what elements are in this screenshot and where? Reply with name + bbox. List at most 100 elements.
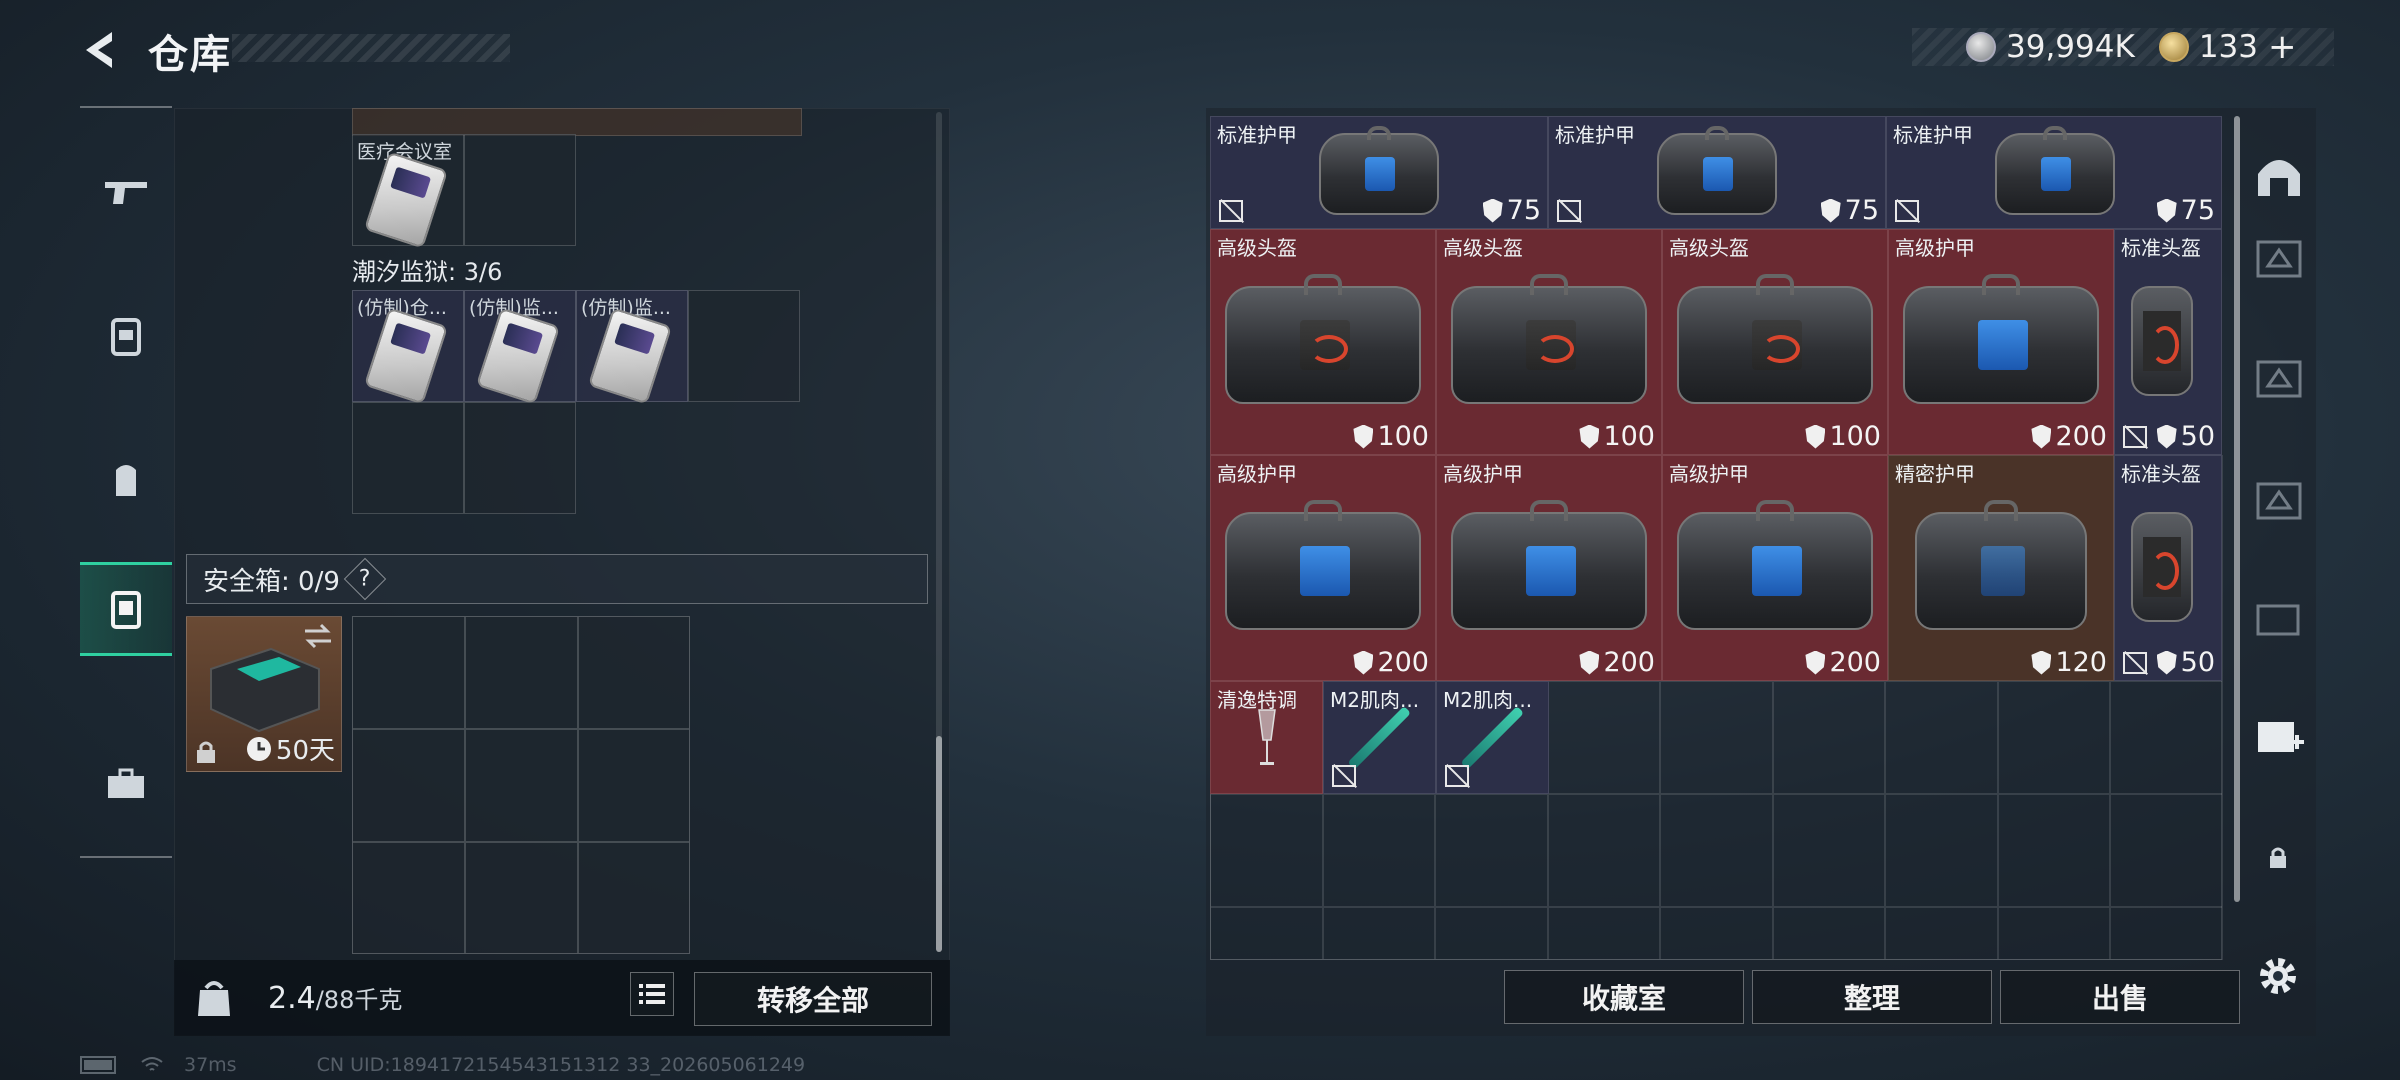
syringe-icon xyxy=(1460,706,1525,770)
clock-icon xyxy=(246,736,271,761)
transfer-all-button[interactable]: 转移全部 xyxy=(694,972,932,1026)
empty-grid-slot[interactable] xyxy=(1435,907,1548,960)
durability-icon xyxy=(1353,424,1374,449)
empty-grid-slot[interactable] xyxy=(1772,794,1885,907)
item-slot[interactable]: (仿制)监... xyxy=(576,290,688,405)
grid-item-advanced-armor[interactable]: 高级护甲 200 xyxy=(1662,455,1888,681)
backpack-slot-icon[interactable] xyxy=(2254,478,2304,524)
empty-grid-slot[interactable] xyxy=(1547,794,1660,907)
safe-slot[interactable] xyxy=(578,729,690,842)
empty-grid-slot[interactable] xyxy=(1435,794,1548,907)
case-slot-icon[interactable] xyxy=(2254,596,2304,642)
empty-grid-slot[interactable] xyxy=(1772,907,1885,960)
keycard-icon xyxy=(475,307,561,405)
nav-backpack[interactable] xyxy=(80,434,172,526)
empty-grid-slot[interactable] xyxy=(1885,681,1998,794)
nav-weapons[interactable] xyxy=(80,146,172,238)
empty-grid-slot[interactable] xyxy=(1660,907,1773,960)
empty-grid-slot[interactable] xyxy=(1660,794,1773,907)
safe-box-item[interactable]: 50天 xyxy=(186,616,342,772)
empty-grid-slot[interactable] xyxy=(1885,794,1998,907)
empty-slot[interactable] xyxy=(464,134,576,246)
organize-button[interactable]: 整理 xyxy=(1752,970,1992,1024)
collection-room-button[interactable]: 收藏室 xyxy=(1504,970,1744,1024)
no-insure-icon xyxy=(1219,200,1243,222)
empty-grid-slot[interactable] xyxy=(1660,681,1773,794)
back-arrow-icon[interactable] xyxy=(78,28,122,72)
grid-item-advanced-helmet[interactable]: 高级头盔 100 xyxy=(1210,229,1436,455)
grid-item-standard-armor[interactable]: 标准护甲 75 xyxy=(1886,116,2222,229)
grid-item-standard-armor[interactable]: 标准护甲 75 xyxy=(1548,116,1886,229)
empty-grid-slot[interactable] xyxy=(2110,794,2223,907)
safe-slot[interactable] xyxy=(578,616,690,729)
empty-grid-slot[interactable] xyxy=(1547,907,1660,960)
left-scrollbar[interactable] xyxy=(936,736,942,952)
armor-icon xyxy=(111,318,141,356)
durability-icon xyxy=(1579,424,1600,449)
safe-slot[interactable] xyxy=(352,842,465,954)
help-icon[interactable]: ? xyxy=(343,557,387,601)
empty-grid-slot[interactable] xyxy=(1997,681,2110,794)
safe-slot[interactable] xyxy=(352,729,465,842)
armor-slot-icon[interactable] xyxy=(2254,236,2304,282)
weight-current: 2.4 xyxy=(268,981,316,1016)
weight-max: /88千克 xyxy=(315,986,403,1014)
weight-icon xyxy=(198,981,230,1016)
nav-briefcase[interactable] xyxy=(80,738,172,830)
armor-icon xyxy=(1319,125,1439,215)
safe-slot[interactable] xyxy=(465,616,578,729)
empty-grid-slot[interactable] xyxy=(1322,907,1435,960)
durability-icon xyxy=(1579,650,1600,675)
empty-grid-slot[interactable] xyxy=(2110,907,2223,960)
safe-slot[interactable] xyxy=(578,842,690,954)
wifi-icon xyxy=(141,1057,163,1071)
grid-item-standard-armor[interactable]: 标准护甲 75 xyxy=(1210,116,1548,229)
grid-item-advanced-helmet[interactable]: 高级头盔 100 xyxy=(1662,229,1888,455)
safe-case-bar: 安全箱: 0/9 ? xyxy=(186,554,928,604)
empty-grid-slot[interactable] xyxy=(1210,794,1323,907)
helmet-icon xyxy=(2131,286,2193,396)
grid-item-standard-helmet[interactable]: 标准头盔 50 xyxy=(2114,229,2222,455)
chest-rig-slot-icon[interactable] xyxy=(2254,356,2304,402)
grid-item-drink[interactable]: 清逸特调 xyxy=(1210,681,1323,794)
swap-icon[interactable] xyxy=(303,623,333,649)
empty-grid-slot[interactable] xyxy=(2110,681,2223,794)
grid-item-advanced-helmet[interactable]: 高级头盔 100 xyxy=(1436,229,1662,455)
item-slot[interactable]: (仿制)仓... xyxy=(352,290,464,405)
empty-grid-slot[interactable] xyxy=(1772,681,1885,794)
list-view-button[interactable] xyxy=(630,972,674,1016)
empty-slot[interactable] xyxy=(464,402,576,514)
armor-icon xyxy=(1995,125,2115,215)
helmet-icon xyxy=(1677,274,1873,404)
empty-grid-slot[interactable] xyxy=(1997,907,2110,960)
empty-grid-slot[interactable] xyxy=(1997,794,2110,907)
grid-item-advanced-armor[interactable]: 高级护甲 200 xyxy=(1436,455,1662,681)
empty-grid-slot[interactable] xyxy=(1885,907,1998,960)
empty-grid-slot[interactable] xyxy=(1547,681,1660,794)
grid-item-precision-armor[interactable]: 精密护甲 120 xyxy=(1888,455,2114,681)
sell-button[interactable]: 出售 xyxy=(2000,970,2240,1024)
medkit-slot-icon[interactable] xyxy=(2254,714,2304,760)
grid-item-advanced-armor[interactable]: 高级护甲 200 xyxy=(1888,229,2114,455)
item-slot[interactable]: 医疗会议室 xyxy=(352,134,464,249)
grid-item-standard-helmet[interactable]: 标准头盔 50 xyxy=(2114,455,2222,681)
nav-safe-case[interactable] xyxy=(80,562,172,656)
no-insure-icon xyxy=(1445,765,1469,787)
battery-icon xyxy=(80,1056,116,1074)
grid-item-syringe[interactable]: M2肌肉... xyxy=(1323,681,1436,794)
grid-item-advanced-armor[interactable]: 高级护甲 200 xyxy=(1210,455,1436,681)
empty-slot[interactable] xyxy=(688,290,800,402)
safe-slot[interactable] xyxy=(352,616,465,729)
safe-slot[interactable] xyxy=(465,842,578,954)
empty-slot[interactable] xyxy=(352,402,464,514)
safe-slot[interactable] xyxy=(465,729,578,842)
item-slot[interactable]: (仿制)监... xyxy=(464,290,576,405)
add-currency-button[interactable]: + xyxy=(2268,27,2297,67)
helmet-slot-icon[interactable] xyxy=(2254,152,2304,198)
armor-icon xyxy=(1677,500,1873,630)
gear-icon[interactable] xyxy=(2256,954,2300,998)
nav-armor[interactable] xyxy=(80,290,172,382)
empty-grid-slot[interactable] xyxy=(1210,907,1323,960)
empty-grid-slot[interactable] xyxy=(1322,794,1435,907)
grid-item-syringe[interactable]: M2肌肉... xyxy=(1436,681,1549,794)
